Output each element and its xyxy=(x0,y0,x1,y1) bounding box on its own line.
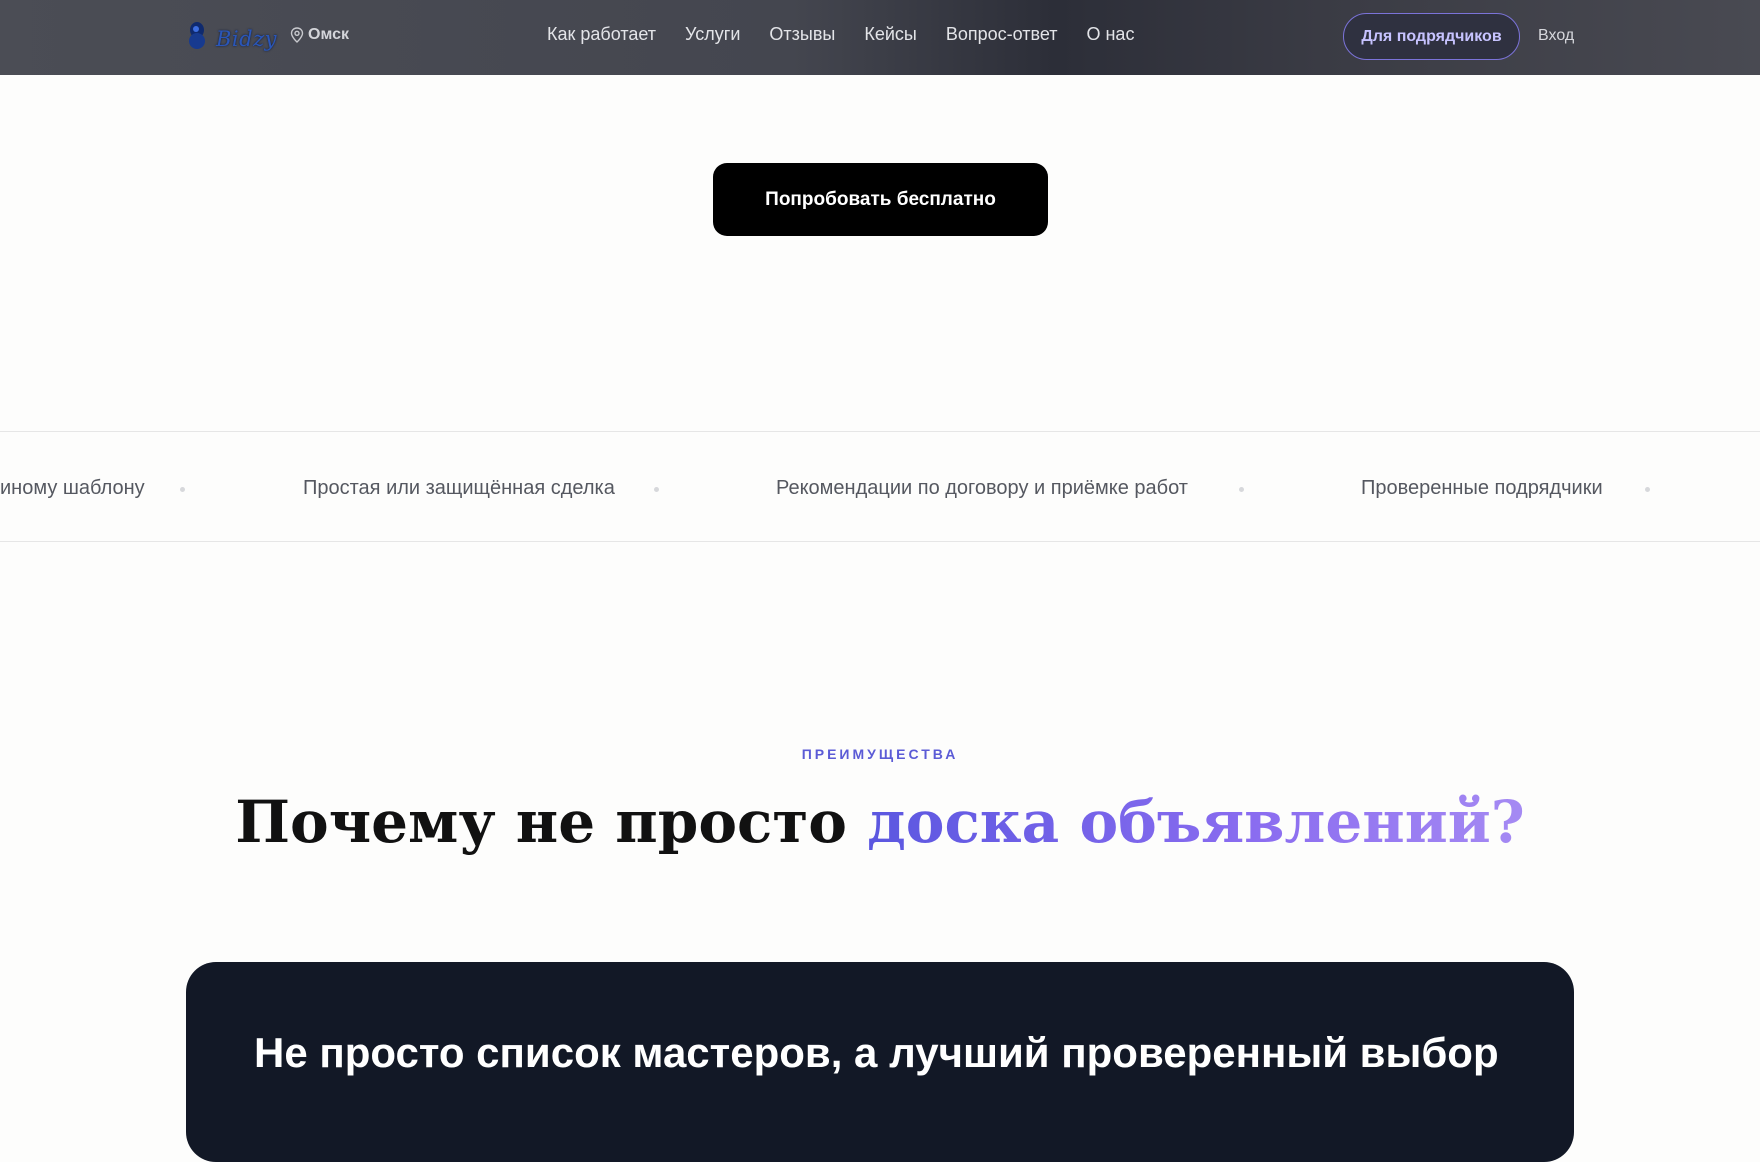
advantage-card: Не просто список мастеров, а лучший пров… xyxy=(186,962,1574,1162)
ticker-item: иному шаблону xyxy=(0,477,145,499)
section-eyebrow: ПРЕИМУЩЕСТВА xyxy=(801,746,959,762)
city-selector[interactable]: Омск xyxy=(290,26,349,44)
ticker-item: Рекомендации по договору и приёмке работ xyxy=(776,477,1188,499)
card-title: Не просто список мастеров, а лучший пров… xyxy=(254,1029,1499,1076)
heading-plain: Почему не просто xyxy=(235,788,868,856)
nav-services[interactable]: Услуги xyxy=(685,24,740,45)
for-contractors-button[interactable]: Для подрядчиков xyxy=(1343,13,1520,60)
ticker-separator xyxy=(180,487,185,492)
section-heading: Почему не просто доска объявлений? xyxy=(0,788,1760,856)
nav-cases[interactable]: Кейсы xyxy=(864,24,917,45)
login-link[interactable]: Вход xyxy=(1538,27,1574,45)
logo-text: Bidzy xyxy=(216,27,278,51)
ticker-item: Проверенные подрядчики xyxy=(1361,477,1603,499)
try-free-button[interactable]: Попробовать бесплатно xyxy=(713,163,1048,236)
ticker-separator xyxy=(1645,487,1650,492)
nav-how-it-works[interactable]: Как работает xyxy=(547,24,656,45)
logo[interactable]: Bidzy xyxy=(186,17,278,57)
nav-about[interactable]: О нас xyxy=(1086,24,1134,45)
ticker-separator xyxy=(1239,487,1244,492)
heading-accent: доска объявлений? xyxy=(867,788,1525,856)
ticker-item: Простая или защищённая сделка xyxy=(303,477,615,499)
nav-faq[interactable]: Вопрос-ответ xyxy=(946,24,1058,45)
site-header: Bidzy Омск Как работает Услуги Отзывы Ке… xyxy=(0,0,1760,75)
nav-reviews[interactable]: Отзывы xyxy=(769,24,835,45)
main-nav: Как работает Услуги Отзывы Кейсы Вопрос-… xyxy=(547,24,1163,45)
location-pin-icon xyxy=(290,27,304,43)
features-ticker: иному шаблону Простая или защищённая сде… xyxy=(0,431,1760,542)
ticker-separator xyxy=(654,487,659,492)
city-label: Омск xyxy=(308,26,349,43)
logo-mark-icon xyxy=(189,22,205,49)
